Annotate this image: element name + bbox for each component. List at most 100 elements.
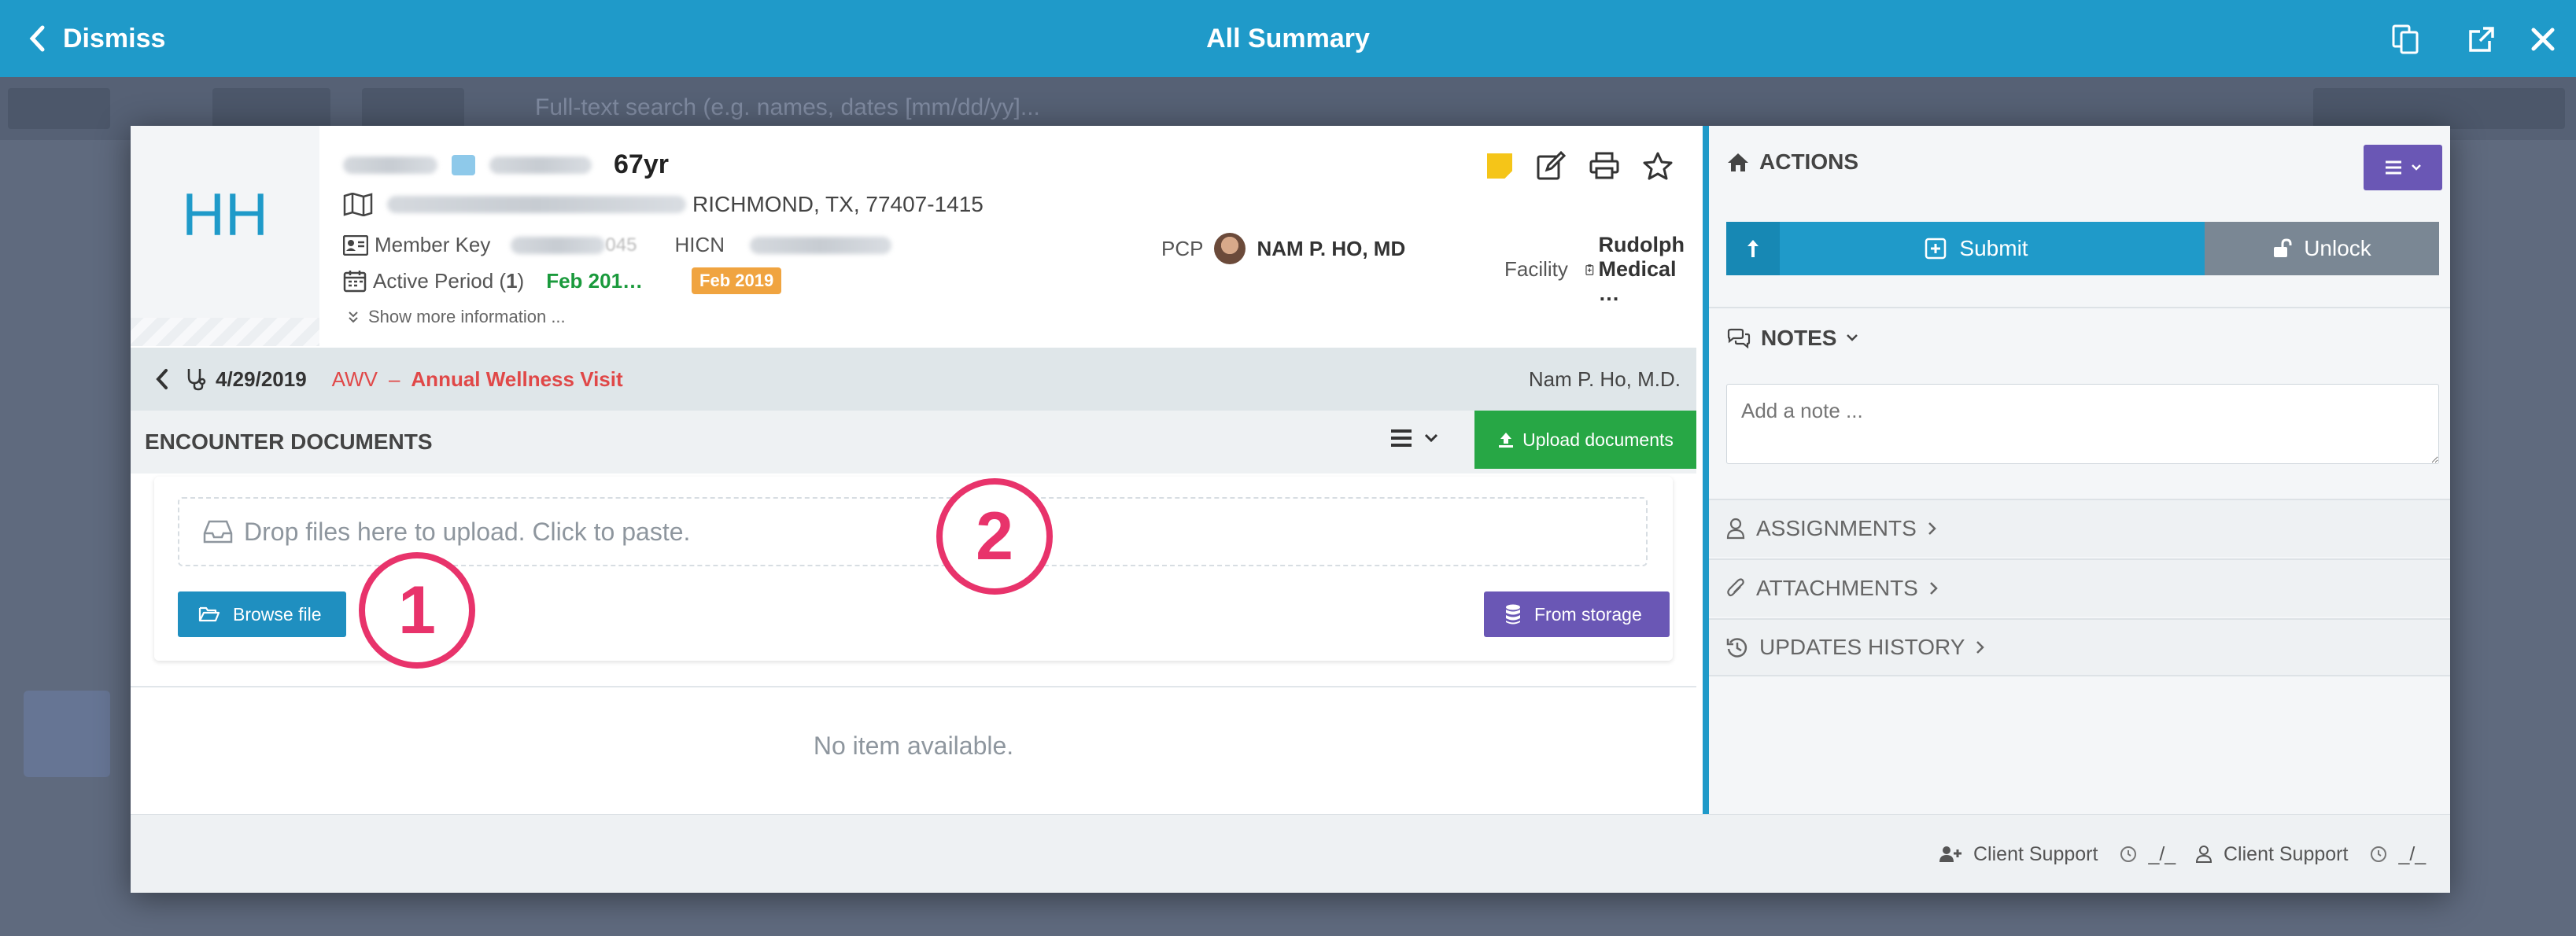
member-key-label: Member Key <box>375 233 491 256</box>
bg-chip <box>2313 88 2565 129</box>
encounter-type: Annual Wellness Visit <box>411 367 623 391</box>
assignments-toggle[interactable]: ASSIGNMENTS <box>1709 499 2450 557</box>
chevron-right-icon <box>1976 641 1985 654</box>
paperclip-icon <box>1727 578 1744 597</box>
chevron-down-icon <box>1847 334 1858 341</box>
from-storage-label: From storage <box>1534 603 1642 625</box>
documents-menu-button[interactable] <box>1389 428 1438 448</box>
pcp-label: PCP <box>1161 236 1204 260</box>
page-title: All Summary <box>1206 24 1370 53</box>
created-by: Client Support _/_ <box>1939 815 2176 894</box>
avatar-stripes <box>131 318 319 346</box>
divider <box>1709 307 2450 308</box>
list-icon <box>1391 429 1412 447</box>
patient-avatar: HH <box>131 126 319 346</box>
documents-title: ENCOUNTER DOCUMENTS <box>145 429 433 454</box>
member-key-redacted <box>511 236 606 254</box>
chevron-right-icon <box>1928 522 1936 535</box>
bg-chip <box>212 88 330 129</box>
encounter-provider: Nam P. Ho, M.D. <box>1528 367 1681 391</box>
chevrons-down-icon <box>349 311 358 323</box>
chevron-right-icon <box>1929 582 1938 595</box>
updated-by-name: Client Support <box>2224 842 2349 865</box>
print-icon[interactable] <box>1589 151 1619 181</box>
id-card-icon <box>343 234 368 256</box>
facility-name[interactable]: Rudolph Medical … <box>1599 233 1694 306</box>
encounter-code: AWV <box>331 367 378 391</box>
comments-icon <box>1727 328 1751 348</box>
submit-button[interactable]: Submit <box>1726 222 2205 275</box>
updates-history-toggle[interactable]: UPDATES HISTORY <box>1709 618 2450 676</box>
bg-chip <box>8 88 110 129</box>
actions-panel: ACTIONS Submit Unlock NOTES Add a note .… <box>1703 126 2450 814</box>
bg-chip <box>362 88 464 129</box>
notes-title: NOTES <box>1761 326 1837 350</box>
patient-name-redacted <box>343 156 437 174</box>
address-street-redacted <box>387 196 686 213</box>
assignments-label: ASSIGNMENTS <box>1756 516 1917 540</box>
gender-icon <box>452 154 475 175</box>
address-city: RICHMOND, TX, 77407-1415 <box>692 192 984 216</box>
drop-zone-text: Drop files here to upload. Click to past… <box>244 517 691 546</box>
active-period-count: 1 <box>506 268 518 293</box>
user-icon <box>1726 518 1745 540</box>
attachments-label: ATTACHMENTS <box>1756 576 1918 600</box>
copy-icon[interactable] <box>2390 24 2422 55</box>
hicn-label: HICN <box>674 233 725 256</box>
level-up-icon <box>1747 240 1759 257</box>
member-key-suffix: 045 <box>605 234 637 256</box>
active-period-badge: Feb 2019 <box>692 267 782 294</box>
close-icon[interactable] <box>2529 25 2557 53</box>
unlock-button[interactable]: Unlock <box>2205 222 2439 275</box>
show-more-link[interactable]: Show more information ... <box>348 307 566 327</box>
encounter-bar: 4/29/2019 AWV – Annual Wellness Visit Na… <box>131 348 1696 411</box>
user-icon <box>2195 846 2212 863</box>
top-bar: Dismiss All Summary <box>0 0 2576 77</box>
upload-icon <box>1499 433 1514 448</box>
user-plus-icon <box>1939 846 1962 862</box>
calendar-icon <box>343 271 367 293</box>
divider <box>131 686 1696 687</box>
patient-initials: HH <box>182 182 268 249</box>
plus-square-icon <box>1925 238 1947 260</box>
chevron-left-icon[interactable] <box>154 367 170 391</box>
submit-label: Submit <box>1959 236 2028 260</box>
encounter-date: 4/29/2019 <box>216 367 307 391</box>
notes-toggle[interactable]: NOTES <box>1726 326 1858 351</box>
documents-header: ENCOUNTER DOCUMENTS Upload documents <box>131 411 1696 474</box>
callout-badge-2: 2 <box>936 478 1053 595</box>
browse-file-button[interactable]: Browse file <box>178 591 346 637</box>
updates-history-label: UPDATES HISTORY <box>1759 635 1965 659</box>
star-icon[interactable] <box>1643 151 1673 181</box>
bg-search-input: Full-text search (e.g. names, dates [mm/… <box>535 94 1040 120</box>
modal-footer: Client Support _/_ Client Support _/_ <box>131 814 2450 893</box>
left-pane: HH 67yr RICHMOND, TX, 77407-1415 Member … <box>131 126 1696 814</box>
updated-time: _/_ <box>2398 842 2427 865</box>
edit-icon[interactable] <box>1536 151 1566 181</box>
empty-state-text: No item available. <box>813 731 1014 760</box>
unlock-label: Unlock <box>2304 236 2371 260</box>
note-input[interactable] <box>1726 384 2439 464</box>
hicn-redacted <box>750 236 891 254</box>
home-icon <box>1728 153 1748 171</box>
clock-icon <box>2120 846 2137 862</box>
actions-menu-button[interactable] <box>2364 145 2442 190</box>
from-storage-button[interactable]: From storage <box>1484 591 1670 637</box>
summary-modal: HH 67yr RICHMOND, TX, 77407-1415 Member … <box>131 126 2450 893</box>
database-icon <box>1506 604 1520 625</box>
created-by-name: Client Support <box>1973 842 2098 865</box>
chevron-down-icon <box>2412 164 2421 171</box>
patient-age: 67yr <box>614 149 669 179</box>
actions-title: ACTIONS <box>1759 149 1858 174</box>
pcp-name[interactable]: NAM P. HO, MD <box>1257 237 1405 261</box>
upload-documents-button[interactable]: Upload documents <box>1474 411 1696 469</box>
external-link-icon[interactable] <box>2466 24 2497 55</box>
pcp-avatar <box>1214 233 1246 264</box>
patient-info: 67yr RICHMOND, TX, 77407-1415 Member Key… <box>343 126 1685 346</box>
attachments-toggle[interactable]: ATTACHMENTS <box>1709 558 2450 617</box>
list-icon <box>2386 160 2401 175</box>
updated-by: Client Support _/_ <box>2195 815 2426 894</box>
sticky-note-icon[interactable] <box>1487 153 1512 179</box>
map-icon <box>343 193 373 216</box>
stethoscope-icon <box>187 369 206 391</box>
